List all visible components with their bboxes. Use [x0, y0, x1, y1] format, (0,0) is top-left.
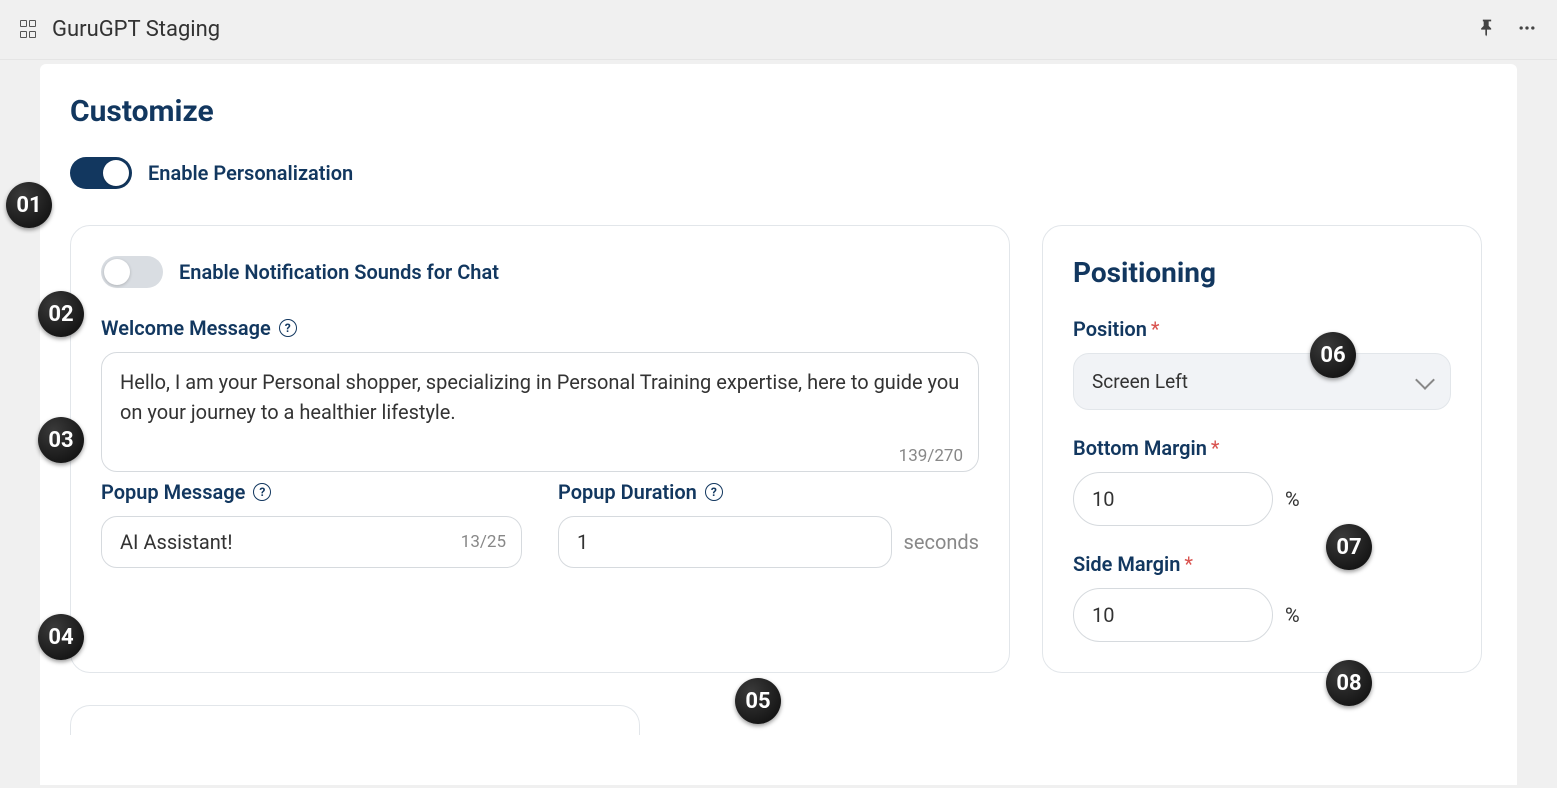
page-title: Customize: [70, 94, 1487, 129]
position-select-wrap: Screen Left: [1073, 353, 1451, 410]
topbar: GuruGPT Staging: [0, 0, 1557, 60]
percent-suffix: %: [1285, 487, 1300, 511]
badge-07: 07: [1326, 524, 1372, 570]
help-icon[interactable]: ?: [279, 319, 297, 337]
columns: Enable Notification Sounds for Chat Welc…: [70, 225, 1487, 673]
position-value: Screen Left: [1092, 370, 1188, 393]
bottom-margin-input[interactable]: [1073, 472, 1273, 526]
welcome-message-input[interactable]: [101, 352, 979, 472]
welcome-message-wrap: 139/270: [101, 352, 979, 476]
main-card: Enable Notification Sounds for Chat Welc…: [70, 225, 1010, 673]
help-icon[interactable]: ?: [705, 483, 723, 501]
enable-sounds-row: Enable Notification Sounds for Chat: [101, 256, 979, 288]
popup-msg-count: 13/25: [461, 532, 506, 552]
welcome-char-count: 139/270: [899, 446, 963, 466]
badge-05: 05: [735, 678, 781, 724]
percent-suffix: %: [1285, 603, 1300, 627]
enable-personalization-label: Enable Personalization: [148, 161, 353, 185]
popup-message-wrap: 13/25: [101, 516, 522, 568]
badge-06: 06: [1310, 332, 1356, 378]
popup-duration-wrap: seconds: [558, 516, 979, 568]
pin-icon[interactable]: [1477, 18, 1497, 42]
help-icon[interactable]: ?: [253, 483, 271, 501]
side-margin-row: %: [1073, 588, 1451, 642]
page: Customize Enable Personalization Enable …: [40, 64, 1517, 785]
app-title: GuruGPT Staging: [52, 17, 220, 42]
enable-sounds-label: Enable Notification Sounds for Chat: [179, 260, 499, 284]
enable-personalization-row: Enable Personalization: [70, 157, 1487, 189]
positioning-title: Positioning: [1073, 256, 1451, 289]
popup-row: Popup Message ? 13/25 Popup Duration ?: [101, 480, 979, 568]
badge-03: 03: [38, 417, 84, 463]
popup-message-label: Popup Message ?: [101, 480, 522, 504]
side-margin-label: Side Margin*: [1073, 552, 1451, 576]
enable-sounds-toggle[interactable]: [101, 256, 163, 288]
positioning-card: Positioning Position* Screen Left Bottom…: [1042, 225, 1482, 673]
popup-duration-input[interactable]: [558, 516, 892, 568]
welcome-message-label: Welcome Message ?: [101, 316, 979, 340]
bottom-margin-label: Bottom Margin*: [1073, 436, 1451, 460]
bottom-margin-row: %: [1073, 472, 1451, 526]
popup-message-input[interactable]: [101, 516, 522, 568]
side-margin-input[interactable]: [1073, 588, 1273, 642]
more-icon[interactable]: [1517, 18, 1537, 42]
badge-01: 01: [6, 182, 52, 228]
enable-personalization-toggle[interactable]: [70, 157, 132, 189]
badge-08: 08: [1326, 660, 1372, 706]
seconds-suffix: seconds: [904, 530, 979, 554]
badge-04: 04: [38, 614, 84, 660]
topbar-left: GuruGPT Staging: [20, 17, 220, 42]
next-card-peek: [70, 705, 640, 735]
chevron-down-icon: [1415, 370, 1435, 390]
position-label: Position*: [1073, 317, 1451, 341]
popup-duration-label: Popup Duration ?: [558, 480, 979, 504]
apps-grid-icon[interactable]: [20, 20, 40, 40]
badge-02: 02: [38, 291, 84, 337]
position-select[interactable]: Screen Left: [1073, 353, 1451, 410]
topbar-right: [1477, 18, 1537, 42]
